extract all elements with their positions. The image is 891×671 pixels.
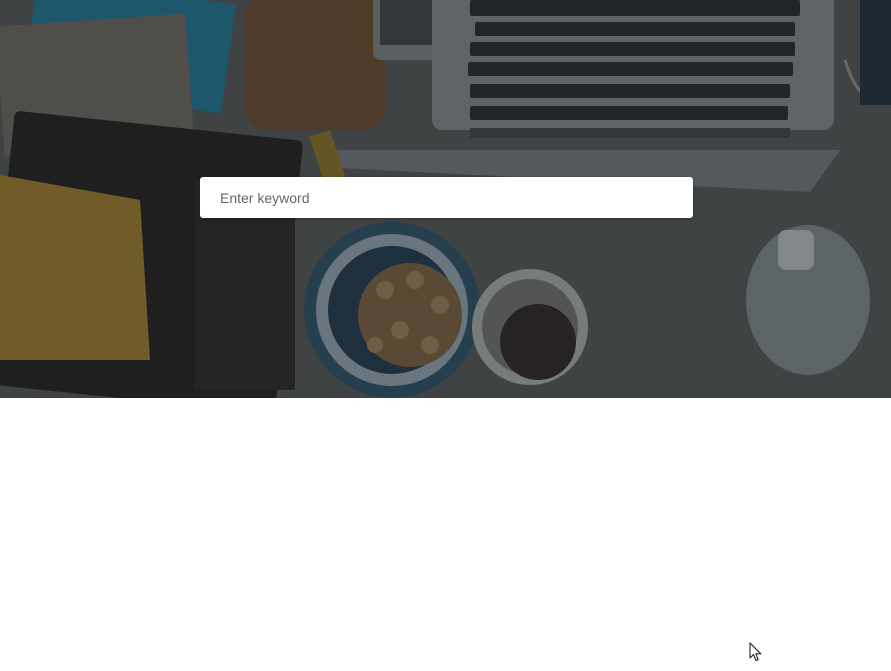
mouse-pointer-icon xyxy=(749,642,762,662)
search-input[interactable] xyxy=(200,177,693,218)
search-box xyxy=(200,177,693,218)
hero-banner xyxy=(0,0,891,398)
page-content xyxy=(0,398,891,671)
